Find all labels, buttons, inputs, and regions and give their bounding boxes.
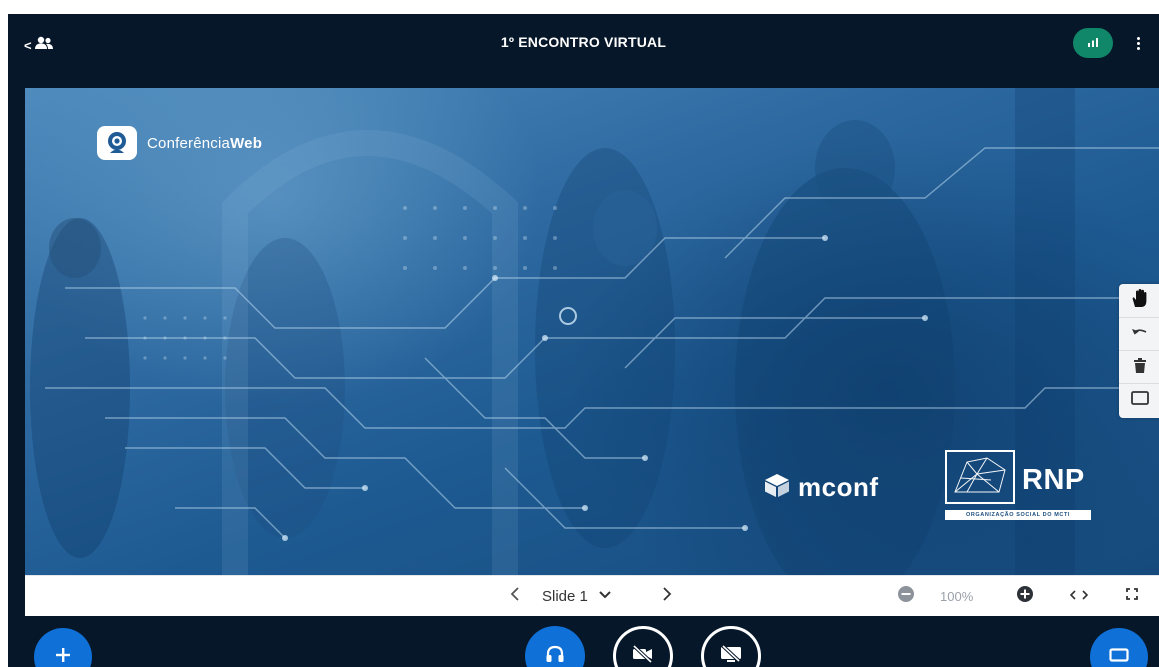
slide-selector[interactable]: Slide 1 bbox=[542, 585, 642, 607]
whiteboard-toggle-button[interactable] bbox=[1119, 383, 1159, 417]
slide-selector-label: Slide 1 bbox=[542, 587, 588, 605]
presentation-area: ConferênciaWeb mconf RNP ORGANIZAÇÃO SOC… bbox=[25, 88, 1159, 616]
chevron-left-icon bbox=[510, 586, 520, 606]
wordmark-bold: Web bbox=[230, 134, 263, 152]
meeting-title: 1º ENCONTRO VIRTUAL bbox=[500, 34, 667, 50]
presentation-icon bbox=[1109, 647, 1129, 667]
clear-annotations-button[interactable] bbox=[1119, 350, 1159, 384]
video-off-icon bbox=[631, 644, 655, 667]
screenshare-off-icon bbox=[719, 644, 743, 667]
presentation-slide: ConferênciaWeb mconf RNP ORGANIZAÇÃO SOC… bbox=[25, 88, 1159, 575]
zoom-in-button[interactable] bbox=[1013, 584, 1037, 608]
restore-presentation-button[interactable] bbox=[1090, 628, 1148, 667]
conferenciaweb-logo-icon bbox=[97, 126, 137, 160]
mconf-logo: mconf bbox=[762, 472, 879, 503]
audio-button[interactable] bbox=[525, 626, 585, 667]
zoom-level: 100% bbox=[940, 589, 974, 604]
hand-icon bbox=[1130, 288, 1150, 313]
vertical-dots-icon bbox=[1136, 46, 1140, 50]
trash-icon bbox=[1134, 357, 1146, 378]
wordmark-prefix: Conferência bbox=[147, 134, 231, 152]
minus-circle-icon bbox=[897, 585, 915, 608]
next-slide-button[interactable] bbox=[657, 584, 677, 608]
headphones-icon bbox=[545, 645, 565, 667]
options-menu-button[interactable] bbox=[1128, 32, 1148, 54]
conference-app: < 1º ENCONTRO VIRTUAL ConferênciaWeb mco… bbox=[8, 14, 1159, 667]
screen-share-button[interactable] bbox=[701, 626, 761, 667]
mconf-wordmark: mconf bbox=[798, 472, 879, 502]
fit-to-width-button[interactable] bbox=[1066, 584, 1092, 608]
top-bar: < 1º ENCONTRO VIRTUAL bbox=[8, 14, 1159, 74]
undo-annotation-button[interactable] bbox=[1119, 317, 1159, 351]
conferenciaweb-wordmark: ConferênciaWeb bbox=[147, 135, 262, 152]
connection-status-button[interactable] bbox=[1073, 28, 1113, 58]
cube-icon bbox=[762, 472, 792, 503]
rnp-emblem bbox=[945, 450, 1015, 504]
vertical-dots-icon bbox=[1136, 36, 1140, 40]
presentation-controls: Slide 1 100% bbox=[25, 575, 1159, 616]
vertical-dots-icon bbox=[1136, 41, 1140, 45]
whiteboard-icon bbox=[1131, 391, 1149, 410]
plus-circle-icon bbox=[1016, 585, 1034, 608]
toggle-video-button[interactable] bbox=[613, 626, 673, 667]
conferenciaweb-logo: ConferênciaWeb bbox=[97, 126, 262, 160]
signal-bars-icon bbox=[1087, 34, 1099, 52]
rnp-wordmark: RNP bbox=[1022, 464, 1085, 496]
undo-icon bbox=[1131, 325, 1149, 344]
chevron-down-icon bbox=[598, 587, 612, 605]
fit-width-icon bbox=[1069, 587, 1089, 605]
chevron-right-icon bbox=[662, 586, 672, 606]
annotation-toolbar bbox=[1119, 284, 1159, 418]
rnp-logo: RNP ORGANIZAÇÃO SOCIAL DO MCTI bbox=[945, 450, 1093, 524]
fullscreen-button[interactable] bbox=[1119, 584, 1145, 608]
hand-tool-button[interactable] bbox=[1119, 284, 1159, 317]
rnp-subtitle: ORGANIZAÇÃO SOCIAL DO MCTI bbox=[945, 510, 1091, 520]
previous-slide-button[interactable] bbox=[505, 584, 525, 608]
zoom-out-button[interactable] bbox=[894, 584, 918, 608]
plus-icon bbox=[55, 647, 71, 667]
actions-button[interactable] bbox=[34, 628, 92, 667]
fullscreen-icon bbox=[1126, 587, 1138, 605]
